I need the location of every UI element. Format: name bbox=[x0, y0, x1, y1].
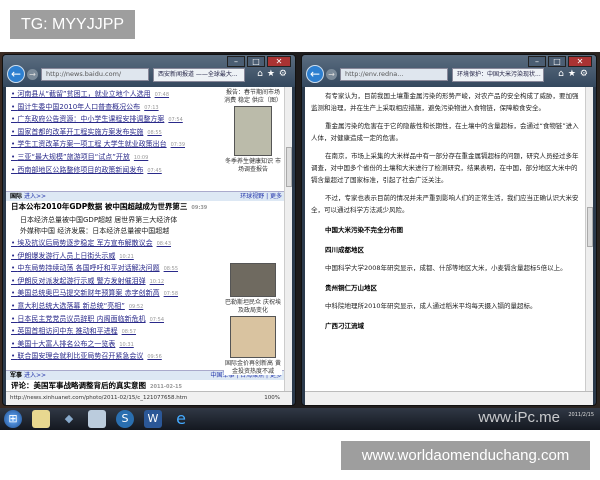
article-subheading: 四川成都地区 bbox=[325, 246, 364, 254]
article-paragraph: 中国科学大学2008年研究显示，成都、什邡等地区大米，小麦镉含量超标5倍以上。 bbox=[325, 264, 567, 272]
article-paragraph: 中科院地理所2010年研究显示，成人通过稻米平均每天摄入镉的量超标。 bbox=[325, 302, 537, 310]
sogou-icon[interactable]: S bbox=[116, 410, 134, 428]
right-browser-window: – □ ✕ ← → http://env.redna... 环境保护：中国大米污染现… bbox=[301, 54, 597, 406]
article-subheading: 中国大米污染不完全分布图 bbox=[325, 226, 403, 234]
horizontal-scrollbar[interactable] bbox=[305, 391, 593, 405]
toolbar-icons[interactable]: ⌂★⚙ bbox=[558, 69, 592, 79]
left-browser-window: – □ ✕ ← → http://news.baidu.com/ 西安新闻报道 ——… bbox=[2, 54, 296, 406]
section-name: 国际 bbox=[10, 193, 23, 201]
address-bar[interactable]: http://env.redna... bbox=[340, 68, 448, 81]
zoom-level[interactable]: 100% bbox=[264, 392, 280, 405]
back-button[interactable]: ← bbox=[306, 65, 324, 83]
status-url: http://news.xinhuanet.com/photo/2011-02/… bbox=[10, 395, 188, 401]
news-page: • 河南县从“截留”贫困工，就业立地个人选用 07:48 • 国计生委中国2010年… bbox=[6, 87, 292, 391]
title-bar: – □ ✕ ← → http://news.baidu.com/ 西安新闻报道 ——… bbox=[3, 55, 295, 87]
taskbar: ⊞ ◆ S W e www.iPc.me 2011/2/15 bbox=[0, 408, 600, 430]
headline-sub[interactable]: 日本经济总量被中国GDP超越 居世界第三大经济体 bbox=[6, 215, 292, 227]
minimize-button[interactable]: – bbox=[528, 56, 546, 67]
title-bar: – □ ✕ ← → http://env.redna... 环境保护：中国大米污染现… bbox=[302, 55, 596, 87]
toolbar-icons[interactable]: ⌂★⚙ bbox=[257, 69, 291, 79]
news-item[interactable]: • 埃及抗议后局势逐步稳定 军方宣布解散议会 08:43 bbox=[6, 238, 292, 251]
browser-tab[interactable]: 环境保护：中国大米污染现状... bbox=[452, 68, 544, 82]
browser-tab[interactable]: 西安新闻报道 ——全球最大... bbox=[153, 68, 245, 82]
news-photo[interactable] bbox=[230, 263, 276, 297]
desktop-screen: – □ ✕ ← → http://news.baidu.com/ 西安新闻报道 ——… bbox=[0, 52, 600, 430]
minimize-button[interactable]: – bbox=[227, 56, 245, 67]
article-paragraph: 不过，专家也表示目前的情况并未严重到影响人们的正常生活，我们应当正确认识大米安全… bbox=[311, 194, 579, 214]
photo-caption: 巴勒斯坦民众 庆祝埃及政局变化 bbox=[225, 299, 281, 314]
section-links[interactable]: 环球视野 | 更多 bbox=[240, 192, 282, 201]
forward-button[interactable]: → bbox=[27, 69, 38, 80]
news-item[interactable]: 评论：美国军事战略调整背后的真实意图 2011-02-15 bbox=[6, 380, 292, 391]
close-button[interactable]: ✕ bbox=[568, 56, 592, 67]
article-subheading: 广西刁江流域 bbox=[325, 322, 364, 330]
maximize-button[interactable]: □ bbox=[247, 56, 265, 67]
folder-icon[interactable] bbox=[32, 410, 50, 428]
section-name: 军事 bbox=[10, 371, 23, 379]
tag-label: TG: MYYJJPP bbox=[10, 10, 135, 39]
notepad-icon[interactable] bbox=[88, 410, 106, 428]
more-link[interactable]: 进入>> bbox=[24, 193, 46, 200]
news-photo[interactable] bbox=[234, 106, 272, 156]
forward-button[interactable]: → bbox=[326, 69, 337, 80]
back-button[interactable]: ← bbox=[7, 65, 25, 83]
maximize-button[interactable]: □ bbox=[548, 56, 566, 67]
photo-caption: 报告：春节期间市场消费 稳定 供应（图） bbox=[224, 89, 282, 104]
article-paragraph: 重金属污染的危害在于它的隐蔽性和长期性，在土壤中的含量超标，会通过“食物链”进入… bbox=[311, 122, 579, 142]
side-photo-2: 巴勒斯坦民众 庆祝埃及政局变化 国际金价再创新高 黄金投资热度不减 bbox=[224, 261, 282, 375]
clock[interactable]: 2011/2/15 bbox=[568, 411, 594, 419]
start-button[interactable]: ⊞ bbox=[4, 410, 22, 428]
screen-watermark: www.iPc.me bbox=[478, 409, 560, 426]
ie-icon[interactable]: e bbox=[172, 410, 190, 428]
headline-sub[interactable]: 外媒称中国 经济发展：日本经济总量被中国超越 bbox=[6, 226, 292, 238]
article-subheading: 贵州铜仁万山地区 bbox=[325, 284, 377, 292]
address-bar[interactable]: http://news.baidu.com/ bbox=[41, 68, 149, 81]
photo-caption: 国际金价再创新高 黄金投资热度不减 bbox=[225, 360, 281, 375]
news-photo[interactable] bbox=[230, 316, 276, 358]
status-bar: http://news.xinhuanet.com/photo/2011-02/… bbox=[6, 391, 292, 405]
word-icon[interactable]: W bbox=[144, 410, 162, 428]
photo-caption: 冬季养生健康知识 市场调查报告 bbox=[225, 158, 281, 173]
article-paragraph: 在南京，市场上采集的大米样品中有一部分存在重金属镉超标的问题，研究人员经过多年调… bbox=[311, 152, 579, 184]
side-photo-1: 报告：春节期间市场消费 稳定 供应（图） 冬季养生健康知识 市场调查报告 bbox=[224, 89, 282, 173]
vertical-scrollbar[interactable] bbox=[585, 87, 593, 391]
app-icon[interactable]: ◆ bbox=[60, 410, 78, 428]
site-watermark: www.worldaomenduchang.com bbox=[341, 441, 590, 470]
vertical-scrollbar[interactable] bbox=[284, 87, 292, 391]
more-link[interactable]: 进入>> bbox=[24, 372, 46, 379]
close-button[interactable]: ✕ bbox=[267, 56, 291, 67]
article-paragraph: 有专家认为，目前我国土壤重金属污染的形势严峻，对农产品的安全构成了威胁，要加强监… bbox=[311, 92, 579, 112]
headline[interactable]: 日本公布2010年GDP数据 被中国超越成为世界第三 09:39 bbox=[6, 201, 292, 215]
section-header-international: 国际 进入>> 环球视野 | 更多 bbox=[6, 191, 292, 202]
article-page: 有专家认为，目前我国土壤重金属污染的形势严峻，对农产品的安全构成了威胁，要加强监… bbox=[305, 87, 593, 391]
